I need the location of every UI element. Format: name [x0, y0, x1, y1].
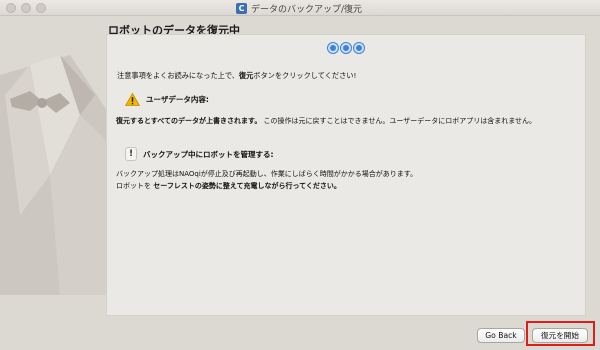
robot-management-title: バックアップ中にロボットを管理する:: [143, 149, 274, 159]
zoom-window-button[interactable]: [36, 3, 46, 13]
user-data-warning: 復元するとすべてのデータが上書きされます。 この操作は元に戻すことはできません。…: [116, 116, 536, 126]
robot-line2-prefix: ロボットを: [116, 182, 154, 190]
content-panel: 注意事項をよくお読みになった上で、復元ボタンをクリックしてください! ユーザデー…: [106, 34, 586, 316]
go-back-button[interactable]: Go Back: [477, 328, 525, 343]
window-title: データのバックアップ/復元: [251, 4, 363, 15]
title-bar: C データのバックアップ/復元: [0, 0, 600, 16]
progress-spinner: [328, 43, 364, 53]
intro-after: ボタンをクリックしてください!: [253, 71, 357, 80]
user-data-warning-bold: 復元するとすべてのデータが上書きされます。: [116, 117, 262, 125]
intro-before: 注意事項をよくお読みになった上で、: [117, 71, 239, 80]
robot-line2-bold: セーフレストの姿勢に整えて充電しながら行ってください。: [153, 182, 341, 190]
minimize-window-button[interactable]: [21, 3, 31, 13]
tuxedo-illustration: [0, 55, 110, 295]
user-data-warning-rest: この操作は元に戻すことはできません。ユーザーデータにロボアプリは含まれません。: [261, 117, 536, 125]
intro-text: 注意事項をよくお読みになった上で、復元ボタンをクリックしてください!: [117, 71, 356, 81]
start-button-highlight: [526, 321, 595, 346]
user-data-section: ユーザデータ内容: 復元するとすべてのデータが上書きされます。 この操作は元に戻…: [116, 93, 536, 126]
user-data-title: ユーザデータ内容:: [146, 95, 209, 104]
window-title-group: C データのバックアップ/復元: [236, 1, 362, 15]
info-icon: !: [125, 147, 137, 161]
spinner-dot: [328, 43, 338, 53]
robot-management-section: ! バックアップ中にロボットを管理する: バックアップ処理はNAOqiが停止及び…: [116, 147, 417, 191]
warning-icon: [125, 93, 140, 106]
app-icon: C: [236, 2, 247, 14]
intro-bold: 復元: [238, 71, 254, 80]
spinner-dot: [341, 43, 351, 53]
robot-management-line1: バックアップ処理はNAOqiが停止及び再起動し、作業にしばらく時間がかかる場合が…: [116, 170, 418, 178]
close-window-button[interactable]: [6, 3, 16, 13]
robot-management-line2: ロボットを セーフレストの姿勢に整えて充電しながら行ってください。: [116, 181, 417, 191]
app-window: C データのバックアップ/復元 ロボットのデータを復元中 注意事項をよくお読みに…: [0, 0, 600, 350]
spinner-dot: [354, 43, 364, 53]
